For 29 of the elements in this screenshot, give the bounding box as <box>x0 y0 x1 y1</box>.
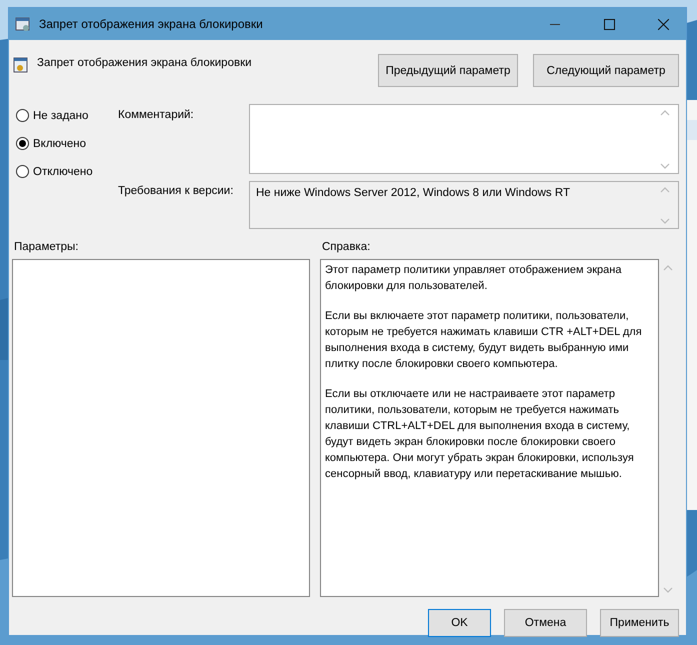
comment-field[interactable] <box>249 104 679 174</box>
radio-option[interactable]: Включено <box>16 136 118 151</box>
scroll-up-icon[interactable] <box>663 265 673 271</box>
dialog-button[interactable]: Применить <box>600 609 679 637</box>
setting-title: Запрет отображения экрана блокировки <box>36 56 253 69</box>
options-label: Параметры: <box>13 241 80 255</box>
scroll-down-icon[interactable] <box>660 163 670 169</box>
version-field: Не ниже Windows Server 2012, Windows 8 или Windows RT <box>249 181 679 229</box>
dialog-button[interactable]: Отмена <box>504 609 587 637</box>
scroll-down-icon[interactable] <box>663 587 673 593</box>
window-title: Запрет отображения экрана блокировки <box>39 17 264 31</box>
comment-label: Комментарий: <box>118 108 195 123</box>
dialog-button[interactable]: OK <box>428 609 491 637</box>
help-paragraph: Если вы включаете этот параметр политики, пользователи, которым не требуется нажимать клавиши CTR +ALT+DEL для выполнения входа в систему, будут видеть выбранную ими плитку после блокировки своего компьютера. <box>325 309 643 372</box>
policy-icon <box>13 57 29 73</box>
close-icon <box>658 18 668 30</box>
scroll-up-icon[interactable] <box>660 110 670 116</box>
maximize-icon <box>604 18 614 30</box>
scroll-down-icon[interactable] <box>660 218 670 224</box>
policy-icon <box>15 16 31 32</box>
help-paragraph: Этот параметр политики управляет отображением экрана блокировки для пользователей. <box>325 263 622 294</box>
previous-setting-button[interactable]: Предыдущий параметр <box>378 54 518 87</box>
scroll-up-icon[interactable] <box>660 187 670 193</box>
help-paragraph: Если вы отключаете или не настраиваете этот параметр политики, пользователи, которым не требуется нажимать клавиши CTRL+ALT+DEL для выполнения входа в систему, будут видеть экран блокировки после блокировки своего компьютера. Они могут убрать экран блокировки, используя сенсорный ввод, клавиатуру или перетаскивание мышью. <box>325 387 635 482</box>
radio-option[interactable]: Не задано <box>16 108 118 123</box>
version-label: Требования к версии: <box>118 184 234 199</box>
next-setting-button[interactable]: Следующий параметр <box>533 54 679 87</box>
radio-option[interactable]: Отключено <box>16 164 118 179</box>
help-label: Справка: <box>321 241 372 255</box>
